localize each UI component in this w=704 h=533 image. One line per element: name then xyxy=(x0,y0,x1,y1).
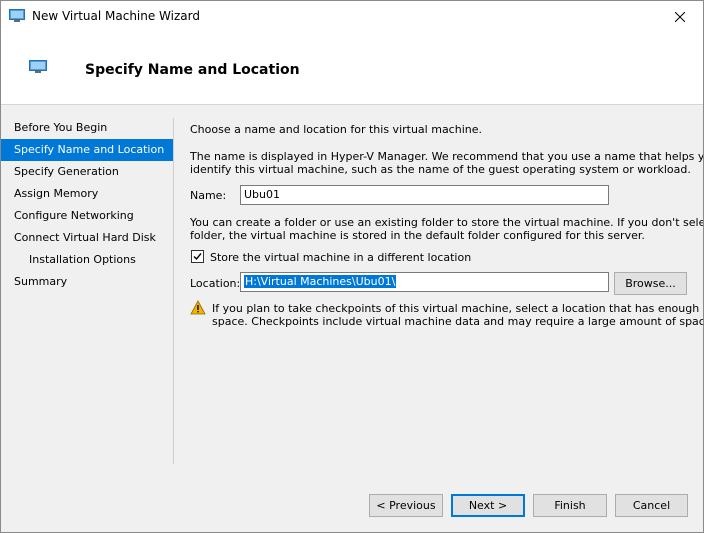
nav-item-before-you-begin[interactable]: Before You Begin xyxy=(1,117,173,139)
location-input[interactable]: H:\Virtual Machines\Ubu01\ xyxy=(240,272,609,292)
browse-button[interactable]: Browse... xyxy=(614,272,687,295)
virtual-machine-icon xyxy=(29,60,47,74)
name-description-line-1: The name is displayed in Hyper-V Manager… xyxy=(190,150,704,163)
nav-item-assign-memory[interactable]: Assign Memory xyxy=(1,183,173,205)
checkmark-icon xyxy=(193,253,202,261)
cancel-button[interactable]: Cancel xyxy=(615,494,688,517)
wizard-window: New Virtual Machine Wizard Specify Name … xyxy=(0,0,704,533)
next-button[interactable]: Next > xyxy=(451,494,525,517)
warning-icon xyxy=(190,300,206,315)
nav-item-specify-name-and-location[interactable]: Specify Name and Location xyxy=(1,139,173,161)
window-title: New Virtual Machine Wizard xyxy=(32,9,200,23)
title-bar[interactable]: New Virtual Machine Wizard xyxy=(1,1,703,32)
store-location-label[interactable]: Store the virtual machine in a different… xyxy=(210,251,471,264)
page-title: Specify Name and Location xyxy=(85,62,300,78)
wizard-steps-nav: Before You Begin Specify Name and Locati… xyxy=(1,117,173,293)
location-value: H:\Virtual Machines\Ubu01\ xyxy=(244,275,397,288)
location-label: Location: xyxy=(190,277,241,290)
nav-divider xyxy=(173,118,174,464)
folder-description-line-1: You can create a folder or use an existi… xyxy=(190,216,704,229)
nav-item-summary[interactable]: Summary xyxy=(1,271,173,293)
nav-item-specify-generation[interactable]: Specify Generation xyxy=(1,161,173,183)
nav-item-connect-virtual-hard-disk[interactable]: Connect Virtual Hard Disk xyxy=(1,227,173,249)
finish-button[interactable]: Finish xyxy=(533,494,607,517)
nav-item-installation-options[interactable]: Installation Options xyxy=(1,249,173,271)
close-icon xyxy=(675,11,685,22)
name-description-line-2: identify this virtual machine, such as t… xyxy=(190,163,691,176)
previous-button[interactable]: < Previous xyxy=(369,494,443,517)
close-button[interactable] xyxy=(657,1,703,32)
intro-text: Choose a name and location for this virt… xyxy=(190,123,482,136)
nav-item-configure-networking[interactable]: Configure Networking xyxy=(1,205,173,227)
virtual-machine-icon xyxy=(9,9,25,23)
warning-line-2: space. Checkpoints include virtual machi… xyxy=(212,315,704,328)
wizard-header: Specify Name and Location xyxy=(1,32,703,105)
name-input[interactable]: Ubu01 xyxy=(240,185,609,205)
name-label: Name: xyxy=(190,189,227,202)
folder-description-line-2: folder, the virtual machine is stored in… xyxy=(190,229,645,242)
store-location-checkbox[interactable] xyxy=(191,250,204,263)
warning-line-1: If you plan to take checkpoints of this … xyxy=(212,302,704,315)
